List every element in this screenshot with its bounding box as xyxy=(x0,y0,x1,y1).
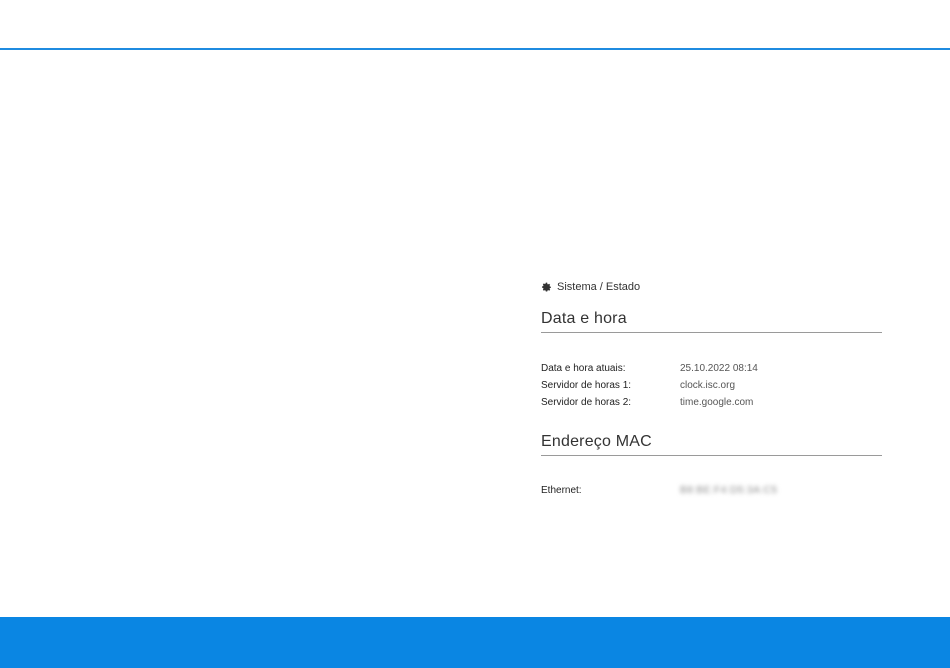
datetime-info-table: Data e hora atuais: 25.10.2022 08:14 Ser… xyxy=(541,360,882,411)
info-label: Ethernet: xyxy=(541,485,582,496)
info-label: Data e hora atuais: xyxy=(541,363,626,374)
mac-info-table: Ethernet: B8:BE:F4:D5:3A:C5 xyxy=(541,482,882,499)
info-label: Servidor de horas 2: xyxy=(541,397,632,408)
info-row-ethernet-mac: Ethernet: B8:BE:F4:D5:3A:C5 xyxy=(541,482,882,499)
info-row-current-datetime: Data e hora atuais: 25.10.2022 08:14 xyxy=(541,360,882,377)
info-value: time.google.com xyxy=(680,397,754,408)
info-value: 25.10.2022 08:14 xyxy=(680,363,758,374)
top-header-bar xyxy=(0,0,950,50)
mac-address-value: B8:BE:F4:D5:3A:C5 xyxy=(680,485,778,496)
info-label: Servidor de horas 1: xyxy=(541,380,632,391)
breadcrumb: Sistema / Estado xyxy=(541,279,882,295)
page: Sistema / Estado Data e hora Data e hora… xyxy=(0,0,950,668)
mac-section-title: Endereço MAC xyxy=(541,433,882,456)
footer-bar xyxy=(0,617,950,668)
info-row-time-server-1: Servidor de horas 1: clock.isc.org xyxy=(541,377,882,394)
gear-icon xyxy=(541,282,552,293)
info-row-time-server-2: Servidor de horas 2: time.google.com xyxy=(541,394,882,411)
info-value: clock.isc.org xyxy=(680,380,736,391)
status-content: Sistema / Estado Data e hora Data e hora… xyxy=(541,279,882,499)
breadcrumb-text: Sistema / Estado xyxy=(557,281,641,293)
datetime-section-title: Data e hora xyxy=(541,310,882,333)
